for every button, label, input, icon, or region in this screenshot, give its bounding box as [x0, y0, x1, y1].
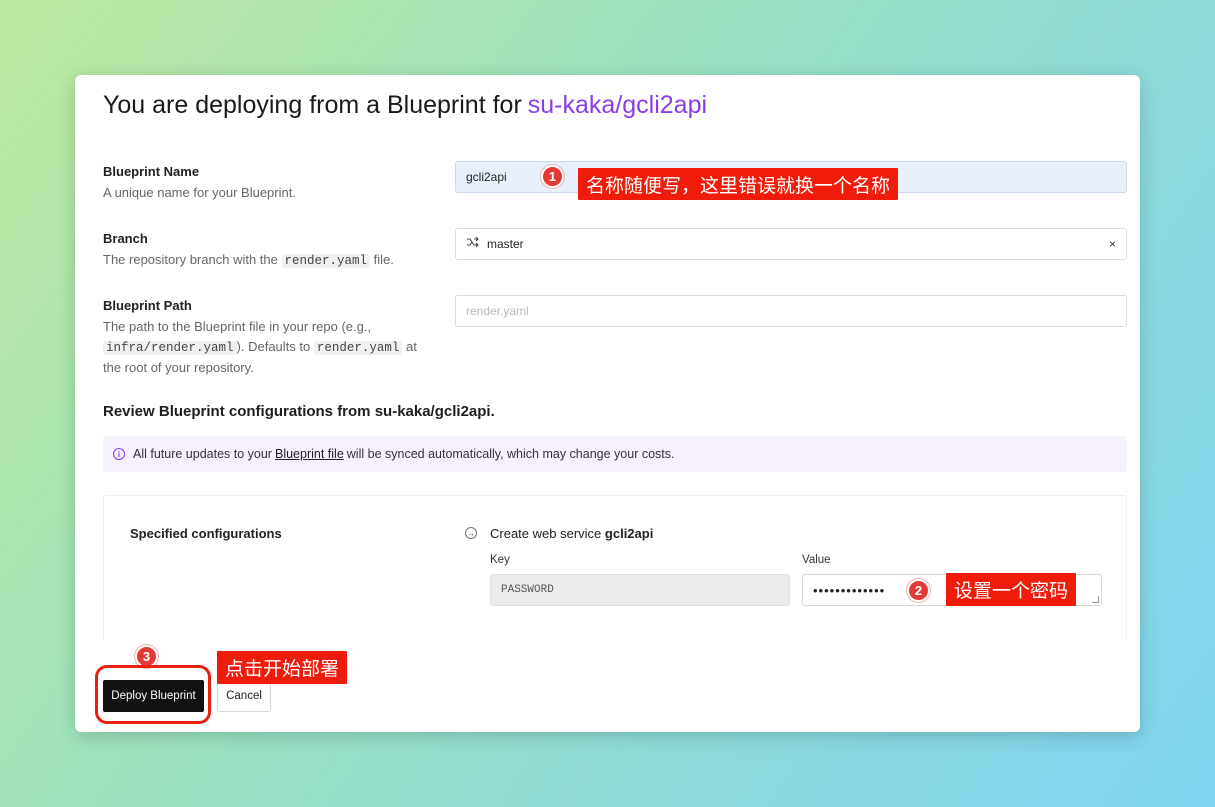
step-1-badge: 1: [541, 165, 564, 188]
step-2-badge: 2: [907, 579, 930, 602]
branch-value: master: [487, 237, 524, 251]
page-title-text: You are deploying from a Blueprint for: [103, 91, 522, 119]
info-icon: i: [113, 448, 125, 460]
branch-label: Branch: [103, 231, 148, 246]
deploy-button-highlight: [95, 665, 211, 724]
blueprint-path-input[interactable]: render.yaml: [455, 295, 1127, 327]
path-desc-code-2: render.yaml: [313, 340, 403, 355]
specified-configs-label: Specified configurations: [130, 526, 282, 541]
resize-handle-icon[interactable]: [1092, 596, 1099, 603]
blueprint-file-link[interactable]: Blueprint file: [275, 447, 344, 461]
cancel-button[interactable]: Cancel: [217, 680, 271, 712]
sync-info-banner: i All future updates to your Blueprint f…: [103, 436, 1127, 472]
repo-name: su-kaka/gcli2api: [527, 91, 708, 119]
create-service-pre: Create web service: [490, 526, 602, 541]
branch-select[interactable]: master ×: [455, 228, 1127, 260]
path-desc-4: the root of your repository.: [103, 360, 254, 375]
config-panel: Specified configurations → Create web se…: [103, 495, 1127, 641]
blueprint-name-label: Blueprint Name: [103, 164, 200, 179]
create-service-text: Create web service gcli2api: [490, 526, 653, 541]
path-desc-3: at: [406, 338, 417, 354]
env-key: PASSWORD: [501, 584, 554, 596]
blueprint-path-placeholder: render.yaml: [466, 304, 529, 318]
path-desc-1: The path to the Blueprint file in your r…: [103, 319, 372, 334]
blueprint-path-label: Blueprint Path: [103, 298, 192, 313]
blueprint-name-value: gcli2api: [466, 170, 507, 184]
branch-desc-code: render.yaml: [281, 254, 371, 268]
step-1-callout: 名称随便写，这里错误就换一个名称: [578, 168, 899, 200]
blueprint-path-desc: The path to the Blueprint file in your r…: [103, 317, 423, 378]
branch-selected: master: [466, 236, 524, 251]
key-header: Key: [490, 554, 510, 566]
review-title: Review Blueprint configurations from su-…: [103, 403, 495, 420]
blueprint-name-desc: A unique name for your Blueprint.: [103, 185, 296, 200]
page-title: You are deploying from a Blueprint for su…: [103, 91, 707, 120]
info-text-post: will be synced automatically, which may …: [346, 447, 675, 461]
arrow-right-circle-icon: →: [465, 527, 477, 539]
branch-desc-pre: The repository branch with the: [103, 252, 278, 267]
branch-desc-post: file.: [373, 252, 394, 267]
env-key-field: PASSWORD: [490, 574, 790, 606]
service-name: gcli2api: [604, 526, 654, 541]
path-desc-code-1: infra/render.yaml: [103, 340, 237, 355]
step-2-callout: 设置一个密码: [946, 573, 1077, 606]
git-branch-icon: [466, 236, 479, 251]
value-header: Value: [802, 554, 831, 566]
clear-branch-icon[interactable]: ×: [1109, 237, 1116, 251]
step-3-callout: 点击开始部署: [217, 651, 348, 684]
branch-desc: The repository branch with the render.ya…: [103, 250, 423, 272]
env-value-masked: •••••••••••••: [813, 582, 886, 598]
info-text-pre: All future updates to your: [133, 447, 272, 461]
path-desc-2: ). Defaults to: [236, 338, 311, 354]
